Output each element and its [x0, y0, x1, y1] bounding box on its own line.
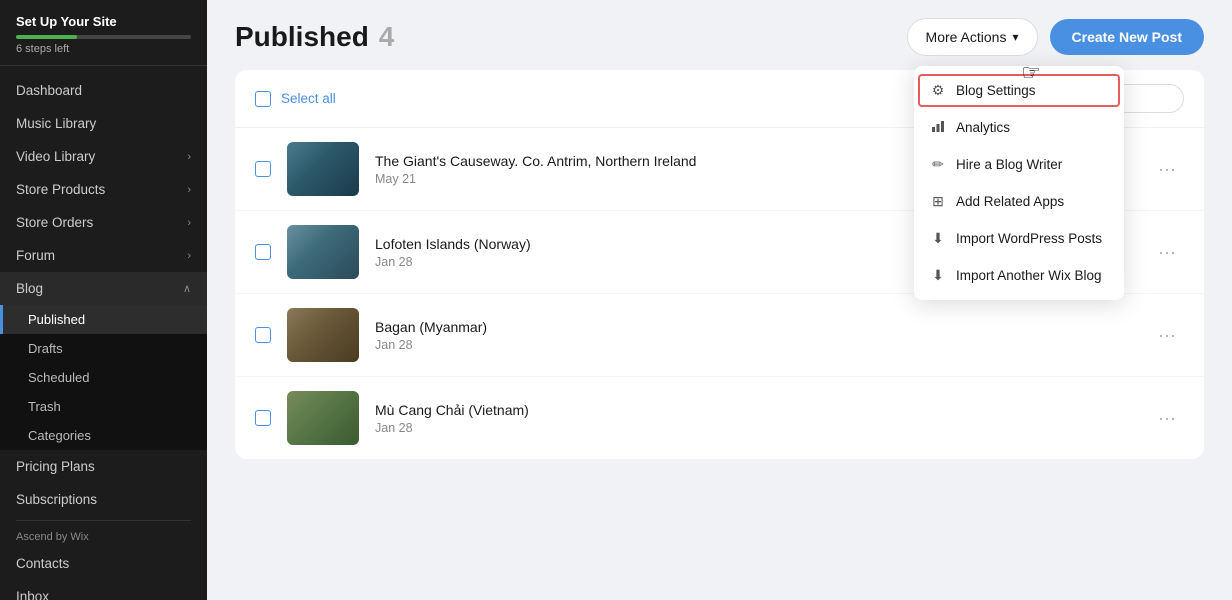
sidebar-item-trash[interactable]: Trash [0, 392, 207, 421]
select-all-checkbox[interactable] [255, 91, 271, 107]
dropdown-item-import-wordpress[interactable]: ⬇ Import WordPress Posts [914, 220, 1124, 257]
sidebar-item-video-library[interactable]: Video Library › [0, 140, 207, 173]
sidebar-item-label: Forum [16, 248, 55, 263]
post-checkbox[interactable] [255, 410, 271, 426]
sidebar-item-forum[interactable]: Forum › [0, 239, 207, 272]
dropdown-item-label: Blog Settings [956, 83, 1036, 98]
sidebar-nav: Dashboard Music Library Video Library › … [0, 66, 207, 600]
more-actions-button[interactable]: More Actions ▾ [907, 18, 1038, 56]
ascend-label: Ascend by Wix [0, 525, 207, 547]
post-info: Mù Cang Chải (Vietnam) Jan 28 [375, 402, 1134, 435]
dropdown-item-blog-settings[interactable]: ⚙ Blog Settings [918, 74, 1120, 107]
dropdown-item-label: Add Related Apps [956, 194, 1064, 209]
dropdown-item-import-wix-blog[interactable]: ⬇ Import Another Wix Blog [914, 257, 1124, 294]
blog-subnav: Published Drafts Scheduled Trash Categor… [0, 305, 207, 450]
post-title: Mù Cang Chải (Vietnam) [375, 402, 1134, 418]
sidebar-item-label: Store Products [16, 182, 105, 197]
more-actions-label: More Actions [926, 29, 1007, 45]
sidebar-item-blog[interactable]: Blog ∧ [0, 272, 207, 305]
table-row: Mù Cang Chải (Vietnam) Jan 28 ··· [235, 377, 1204, 459]
header-actions: More Actions ▾ Create New Post ⚙ Blog Se… [907, 18, 1204, 56]
sidebar-item-scheduled[interactable]: Scheduled [0, 363, 207, 392]
gear-icon: ⚙ [930, 82, 946, 99]
post-more-button[interactable]: ··· [1150, 321, 1184, 350]
sidebar-item-contacts[interactable]: Contacts [0, 547, 207, 580]
main-content: Published 4 More Actions ▾ Create New Po… [207, 0, 1232, 600]
sidebar-item-store-orders[interactable]: Store Orders › [0, 206, 207, 239]
post-thumbnail [287, 142, 359, 196]
chevron-right-icon: › [187, 250, 191, 262]
sidebar-item-store-products[interactable]: Store Products › [0, 173, 207, 206]
download-icon: ⬇ [930, 267, 946, 284]
more-actions-dropdown: ⚙ Blog Settings Analytics ✏ Hire a Blog … [914, 66, 1124, 300]
post-date: Jan 28 [375, 421, 1134, 435]
site-setup: Set Up Your Site 6 steps left [0, 0, 207, 66]
post-info: Bagan (Myanmar) Jan 28 [375, 319, 1134, 352]
main-header: Published 4 More Actions ▾ Create New Po… [207, 0, 1232, 70]
post-title: Bagan (Myanmar) [375, 319, 1134, 335]
download-icon: ⬇ [930, 230, 946, 247]
sidebar-item-published[interactable]: Published [0, 305, 207, 334]
post-checkbox[interactable] [255, 244, 271, 260]
steps-left: 6 steps left [16, 43, 191, 55]
sidebar-item-label: Video Library [16, 149, 95, 164]
dropdown-item-label: Import Another Wix Blog [956, 268, 1102, 283]
sidebar-item-label: Inbox [16, 589, 49, 600]
post-more-button[interactable]: ··· [1150, 155, 1184, 184]
sidebar-item-dashboard[interactable]: Dashboard [0, 74, 207, 107]
dropdown-item-label: Hire a Blog Writer [956, 157, 1062, 172]
page-title: Published 4 [235, 21, 394, 53]
chevron-right-icon: › [187, 217, 191, 229]
chevron-down-icon: ▾ [1012, 30, 1018, 44]
sidebar-item-label: Blog [16, 281, 43, 296]
create-new-post-button[interactable]: Create New Post [1050, 19, 1204, 55]
dropdown-item-hire-writer[interactable]: ✏ Hire a Blog Writer [914, 146, 1124, 183]
grid-icon: ⊞ [930, 193, 946, 210]
post-date: Jan 28 [375, 338, 1134, 352]
sidebar-item-inbox[interactable]: Inbox [0, 580, 207, 600]
sidebar-item-label: Subscriptions [16, 492, 97, 507]
post-thumbnail [287, 225, 359, 279]
chevron-right-icon: › [187, 151, 191, 163]
sidebar-item-label: Contacts [16, 556, 69, 571]
progress-bar-fill [16, 35, 77, 39]
progress-bar-background [16, 35, 191, 39]
analytics-icon [930, 119, 946, 136]
dropdown-item-label: Analytics [956, 120, 1010, 135]
site-setup-title: Set Up Your Site [16, 14, 191, 29]
sidebar-item-label: Dashboard [16, 83, 82, 98]
sidebar-item-label: Store Orders [16, 215, 93, 230]
sidebar-item-pricing-plans[interactable]: Pricing Plans [0, 450, 207, 483]
page-count: 4 [379, 21, 395, 53]
table-row: Bagan (Myanmar) Jan 28 ··· [235, 294, 1204, 377]
dropdown-item-add-related-apps[interactable]: ⊞ Add Related Apps [914, 183, 1124, 220]
pencil-icon: ✏ [930, 156, 946, 173]
post-thumbnail [287, 391, 359, 445]
sidebar-item-categories[interactable]: Categories [0, 421, 207, 450]
chevron-up-icon: ∧ [183, 282, 191, 295]
sidebar-item-subscriptions[interactable]: Subscriptions [0, 483, 207, 516]
sidebar-item-label: Music Library [16, 116, 96, 131]
select-all-label[interactable]: Select all [281, 91, 336, 106]
post-more-button[interactable]: ··· [1150, 238, 1184, 267]
post-checkbox[interactable] [255, 161, 271, 177]
sidebar-item-music-library[interactable]: Music Library [0, 107, 207, 140]
page-title-text: Published [235, 21, 369, 53]
sidebar-divider [16, 520, 191, 521]
dropdown-item-label: Import WordPress Posts [956, 231, 1102, 246]
sidebar: Set Up Your Site 6 steps left Dashboard … [0, 0, 207, 600]
post-checkbox[interactable] [255, 327, 271, 343]
post-thumbnail [287, 308, 359, 362]
dropdown-item-analytics[interactable]: Analytics [914, 109, 1124, 146]
chevron-right-icon: › [187, 184, 191, 196]
post-more-button[interactable]: ··· [1150, 404, 1184, 433]
sidebar-item-drafts[interactable]: Drafts [0, 334, 207, 363]
sidebar-item-label: Pricing Plans [16, 459, 95, 474]
